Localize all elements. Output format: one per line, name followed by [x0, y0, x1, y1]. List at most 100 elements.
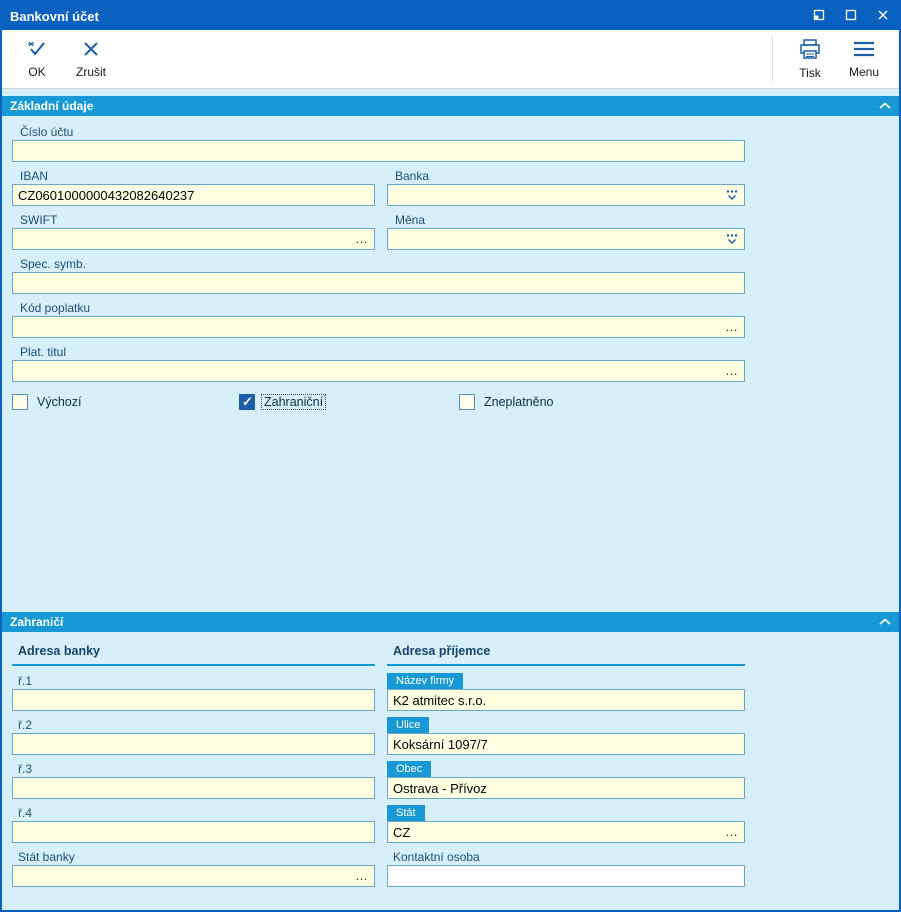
- foreign-checkbox-item[interactable]: Zahraniční: [239, 394, 459, 410]
- bank-address-heading: Adresa banky: [18, 644, 100, 658]
- currency-combo-input[interactable]: [387, 228, 745, 250]
- invalidated-checkbox-label: Zneplatněno: [482, 395, 556, 409]
- payment-title-input[interactable]: …: [12, 360, 745, 382]
- bank-address-row-3: ř.3: [12, 760, 375, 799]
- menu-label: Menu: [849, 65, 879, 79]
- ok-label: OK: [28, 65, 45, 79]
- currency-col: Měna: [387, 212, 745, 250]
- printer-icon: [798, 38, 822, 63]
- account-number-row: Číslo účtu: [12, 124, 745, 162]
- currency-lookup-dropdown-icon[interactable]: [721, 233, 739, 245]
- iban-col: IBAN CZ0601000000432082640237: [12, 168, 375, 206]
- section-header-foreign[interactable]: Zahraničí: [2, 612, 899, 632]
- company-name-input[interactable]: K2 atmitec s.r.o.: [387, 689, 745, 711]
- bank-address-column: Adresa banky ř.1 ř.2 ř.3: [12, 640, 375, 892]
- default-checkbox-label: Výchozí: [35, 395, 83, 409]
- street-badge: Ulice: [387, 717, 429, 733]
- currency-label: Měna: [387, 212, 745, 228]
- cancel-x-icon: [81, 39, 101, 62]
- address-grid: Adresa banky ř.1 ř.2 ř.3: [12, 640, 889, 892]
- company-name-row: Název firmy K2 atmitec s.r.o.: [387, 672, 745, 711]
- section-header-basic[interactable]: Základní údaje: [2, 96, 899, 116]
- close-icon: [877, 9, 889, 24]
- print-label: Tisk: [799, 66, 821, 80]
- fee-code-lookup-ellipsis-icon[interactable]: …: [721, 322, 739, 332]
- bank-line4-input[interactable]: [12, 821, 375, 843]
- cancel-button[interactable]: Zrušit: [64, 33, 118, 85]
- swift-lookup-ellipsis-icon[interactable]: …: [351, 234, 369, 244]
- bank-line3-input[interactable]: [12, 777, 375, 799]
- fee-code-input[interactable]: …: [12, 316, 745, 338]
- payment-title-row: Plat. titul …: [12, 344, 745, 382]
- foreign-panel: Adresa banky ř.1 ř.2 ř.3: [2, 632, 899, 910]
- maximize-icon: [845, 9, 857, 24]
- bank-line1-input[interactable]: [12, 689, 375, 711]
- bank-line2-label: ř.2: [12, 718, 32, 733]
- default-checkbox-item[interactable]: Výchozí: [12, 394, 239, 410]
- account-number-input[interactable]: [12, 140, 745, 162]
- bank-line4-label: ř.4: [12, 806, 32, 821]
- swift-col: SWIFT …: [12, 212, 375, 250]
- iban-value: CZ0601000000432082640237: [18, 188, 369, 203]
- bank-label: Banka: [387, 168, 745, 184]
- dock-window-icon: [813, 9, 825, 24]
- street-row: Ulice Koksární 1097/7: [387, 716, 745, 755]
- bank-address-row-4: ř.4: [12, 804, 375, 843]
- default-checkbox[interactable]: [12, 394, 28, 410]
- account-number-label: Číslo účtu: [12, 124, 745, 140]
- spec-symbol-row: Spec. symb.: [12, 256, 745, 294]
- payment-title-label: Plat. titul: [12, 344, 745, 360]
- bank-country-label: Stát banky: [12, 850, 75, 865]
- country-lookup-ellipsis-icon[interactable]: …: [721, 827, 739, 837]
- payment-title-lookup-ellipsis-icon[interactable]: …: [721, 366, 739, 376]
- company-name-value: K2 atmitec s.r.o.: [393, 693, 739, 708]
- swift-input[interactable]: …: [12, 228, 375, 250]
- city-badge: Obec: [387, 761, 431, 777]
- bank-country-lookup-ellipsis-icon[interactable]: …: [351, 871, 369, 881]
- window-title: Bankovní účet: [10, 9, 99, 24]
- cancel-label: Zrušit: [76, 65, 106, 79]
- menu-button[interactable]: Menu: [837, 33, 891, 85]
- maximize-button[interactable]: [835, 2, 867, 30]
- hamburger-menu-icon: [852, 39, 876, 62]
- close-button[interactable]: [867, 2, 899, 30]
- bank-col: Banka: [387, 168, 745, 206]
- spec-symbol-label: Spec. symb.: [12, 256, 745, 272]
- city-row: Obec Ostrava - Přívoz: [387, 760, 745, 799]
- iban-input[interactable]: CZ0601000000432082640237: [12, 184, 375, 206]
- country-badge: Stát: [387, 805, 425, 821]
- toolbar-separator: [772, 37, 773, 81]
- toolbar-gap: [2, 89, 899, 96]
- bank-line2-input[interactable]: [12, 733, 375, 755]
- contact-person-row: Kontaktní osoba: [387, 848, 745, 887]
- fee-code-label: Kód poplatku: [12, 300, 745, 316]
- street-value: Koksární 1097/7: [393, 737, 739, 752]
- country-input[interactable]: CZ …: [387, 821, 745, 843]
- bank-account-window: Bankovní účet OK: [0, 0, 901, 912]
- contact-person-input[interactable]: [387, 865, 745, 887]
- recipient-address-heading: Adresa příjemce: [393, 644, 490, 658]
- bank-address-row-2: ř.2: [12, 716, 375, 755]
- bank-lookup-dropdown-icon[interactable]: [721, 189, 739, 201]
- street-input[interactable]: Koksární 1097/7: [387, 733, 745, 755]
- titlebar[interactable]: Bankovní účet: [2, 2, 899, 30]
- print-button[interactable]: Tisk: [783, 33, 837, 85]
- window-controls: [803, 2, 899, 30]
- dock-window-button[interactable]: [803, 2, 835, 30]
- toolbar-spacer: [118, 33, 762, 85]
- foreign-checkbox[interactable]: [239, 394, 255, 410]
- city-input[interactable]: Ostrava - Přívoz: [387, 777, 745, 799]
- bank-country-input[interactable]: …: [12, 865, 375, 887]
- bank-country-row: Stát banky …: [12, 848, 375, 887]
- invalidated-checkbox-item[interactable]: Zneplatněno: [459, 394, 556, 410]
- bank-line3-label: ř.3: [12, 762, 32, 777]
- recipient-address-heading-wrap: Adresa příjemce: [387, 640, 745, 666]
- bank-combo-input[interactable]: [387, 184, 745, 206]
- ok-button[interactable]: OK: [10, 33, 64, 85]
- spec-symbol-input[interactable]: [12, 272, 745, 294]
- country-row: Stát CZ …: [387, 804, 745, 843]
- foreign-checkbox-label: Zahraniční: [262, 395, 325, 409]
- collapse-chevron-icon-foreign[interactable]: [879, 618, 891, 626]
- invalidated-checkbox[interactable]: [459, 394, 475, 410]
- collapse-chevron-icon[interactable]: [879, 102, 891, 110]
